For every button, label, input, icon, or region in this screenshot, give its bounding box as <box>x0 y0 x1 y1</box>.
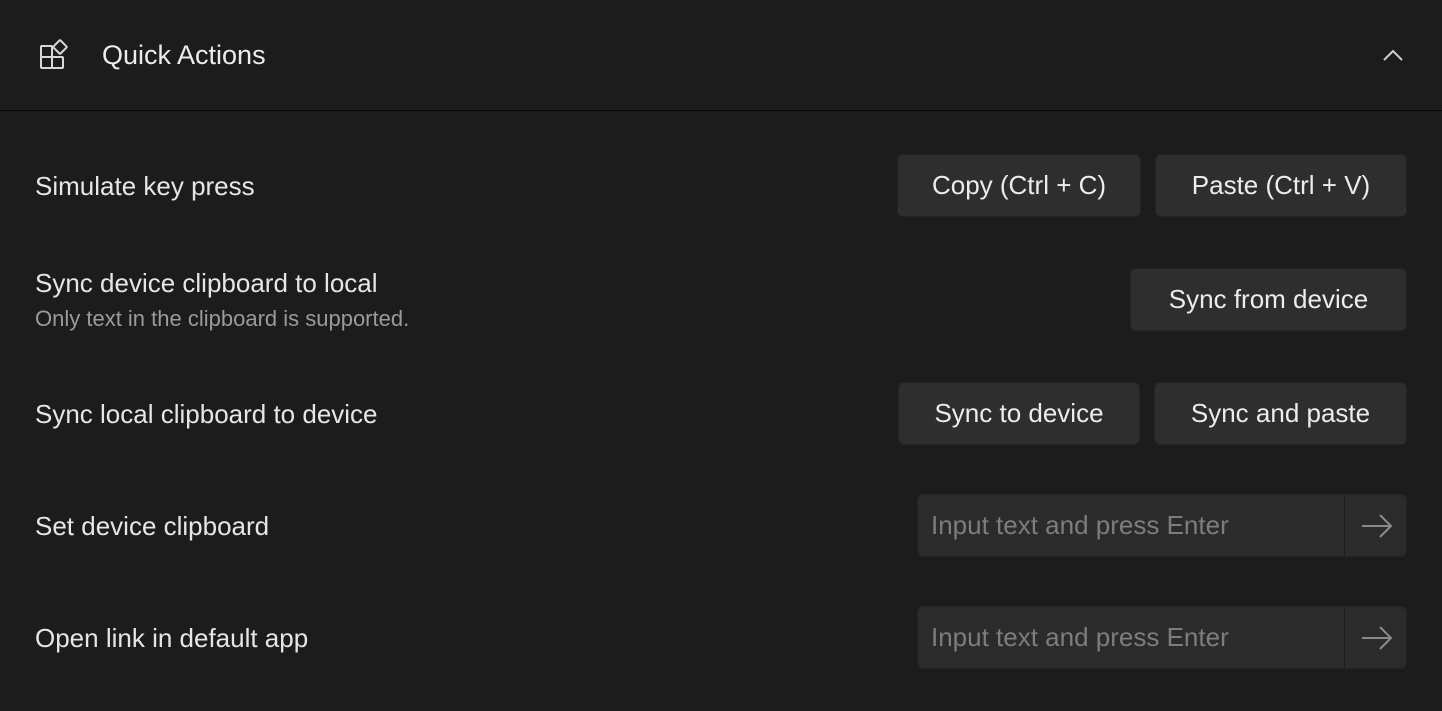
arrow-right-icon <box>1361 625 1392 650</box>
sync-local-to-device-label: Sync local clipboard to device <box>35 399 378 429</box>
sync-device-to-local-label: Sync device clipboard to local <box>35 268 378 298</box>
open-link-label: Open link in default app <box>35 623 309 653</box>
chevron-up-icon <box>1383 49 1403 61</box>
open-link-input-group <box>917 606 1407 669</box>
sync-device-to-local-description: Only text in the clipboard is supported. <box>35 306 410 331</box>
set-clipboard-submit-button[interactable] <box>1344 495 1406 556</box>
panel-title: Quick Actions <box>102 40 266 70</box>
copy-button[interactable]: Copy (Ctrl + C) <box>897 154 1141 217</box>
open-link-submit-button[interactable] <box>1344 607 1406 668</box>
simulate-key-press-label: Simulate key press <box>35 171 255 201</box>
set-device-clipboard-label: Set device clipboard <box>35 511 270 541</box>
add-widget-icon <box>38 38 72 72</box>
quick-actions-panel: Quick Actions Simulate key press Copy (C… <box>0 0 1442 711</box>
set-clipboard-input[interactable] <box>918 495 1344 556</box>
set-clipboard-input-group <box>917 494 1407 557</box>
sync-to-device-button[interactable]: Sync to device <box>898 382 1140 445</box>
collapse-button[interactable] <box>1374 38 1412 72</box>
sync-and-paste-button[interactable]: Sync and paste <box>1154 382 1407 445</box>
sync-from-device-button[interactable]: Sync from device <box>1130 268 1407 331</box>
panel-header[interactable]: Quick Actions <box>0 0 1442 111</box>
open-link-input[interactable] <box>918 607 1344 668</box>
arrow-right-icon <box>1361 513 1392 538</box>
paste-button[interactable]: Paste (Ctrl + V) <box>1155 154 1407 217</box>
